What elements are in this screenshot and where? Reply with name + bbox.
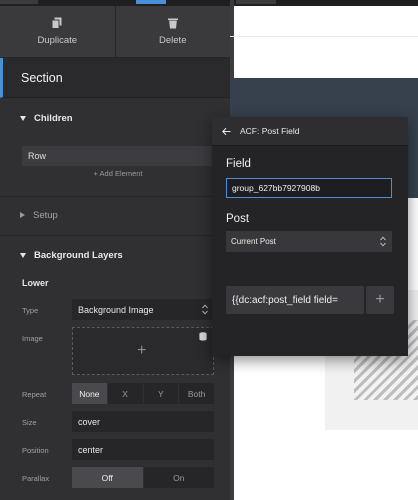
caret-down-icon — [20, 115, 26, 121]
inspector-panel: Duplicate Delete Section Children Row + … — [0, 0, 230, 500]
parallax-option[interactable]: Off — [72, 467, 143, 488]
position-label: Position — [22, 446, 49, 455]
canvas-divider — [230, 36, 418, 37]
repeat-segmented: None X Y Both — [72, 383, 214, 404]
plus-icon[interactable]: + — [137, 342, 146, 360]
select-arrows-icon — [202, 304, 208, 315]
children-group-title: Children — [34, 112, 73, 124]
delete-button[interactable]: Delete — [114, 6, 231, 57]
select-arrows-icon — [380, 236, 386, 247]
add-element-button[interactable]: + Add Element — [22, 169, 214, 178]
repeat-option[interactable]: Y — [142, 383, 179, 404]
duplicate-button[interactable]: Duplicate — [0, 6, 115, 57]
repeat-label: Repeat — [22, 390, 47, 399]
repeat-option[interactable]: X — [106, 383, 143, 404]
arrow-left-icon[interactable] — [222, 127, 231, 136]
repeat-option[interactable]: Both — [178, 383, 214, 404]
top-tab[interactable] — [0, 0, 38, 4]
parallax-segmented: Off On — [72, 467, 214, 488]
section-title: Section — [0, 58, 230, 98]
popover-title: ACF: Post Field — [240, 126, 300, 136]
position-value: center — [78, 444, 104, 455]
top-tab-active[interactable] — [136, 0, 166, 4]
image-label: Image — [22, 334, 43, 343]
image-dropzone[interactable]: + — [72, 327, 214, 375]
caret-down-icon — [20, 252, 26, 258]
canvas-topbar — [230, 0, 418, 6]
field-label: Field — [226, 158, 251, 170]
repeat-option[interactable]: None — [72, 383, 107, 404]
type-label: Type — [22, 306, 39, 315]
divider — [0, 235, 230, 236]
database-icon[interactable] — [199, 332, 207, 341]
element-actions: Duplicate Delete — [0, 6, 230, 58]
dynamic-data-popover: ACF: Post Field Field group_627bb7927908… — [212, 117, 408, 356]
parallax-label: Parallax — [22, 474, 50, 483]
duplicate-label: Duplicate — [37, 35, 78, 46]
field-input[interactable]: group_627bb7927908b — [226, 178, 392, 198]
setup-group-title: Setup — [33, 209, 58, 221]
copy-icon — [51, 17, 62, 29]
type-value: Background Image — [78, 304, 154, 315]
dynamic-tag-input[interactable]: {{dc:acf:post_field field= — [226, 286, 364, 314]
layer-title: Lower — [22, 278, 49, 288]
background-group-toggle[interactable]: Background Layers — [0, 237, 230, 273]
dynamic-tag-value: {{dc:acf:post_field field= — [232, 294, 338, 306]
child-item-label: Row — [28, 151, 47, 161]
size-input[interactable]: cover — [72, 411, 214, 432]
parallax-option[interactable]: On — [142, 467, 215, 488]
type-select[interactable]: Background Image — [72, 299, 214, 320]
trash-icon — [167, 18, 178, 29]
caret-right-icon — [20, 212, 25, 218]
child-item-row[interactable]: Row — [22, 146, 214, 166]
size-label: Size — [22, 418, 37, 427]
size-value: cover — [78, 416, 101, 427]
post-label: Post — [226, 213, 250, 225]
post-select[interactable]: Current Post — [226, 231, 392, 252]
position-input[interactable]: center — [72, 439, 214, 460]
background-group-title: Background Layers — [34, 249, 123, 261]
post-value: Current Post — [231, 237, 276, 246]
field-value: group_627bb7927908b — [232, 183, 320, 193]
delete-label: Delete — [159, 35, 187, 46]
popover-header: ACF: Post Field — [212, 117, 408, 146]
plus-icon[interactable]: + — [366, 286, 394, 314]
children-group-toggle[interactable]: Children — [0, 100, 230, 136]
setup-group-toggle[interactable]: Setup — [0, 197, 230, 233]
